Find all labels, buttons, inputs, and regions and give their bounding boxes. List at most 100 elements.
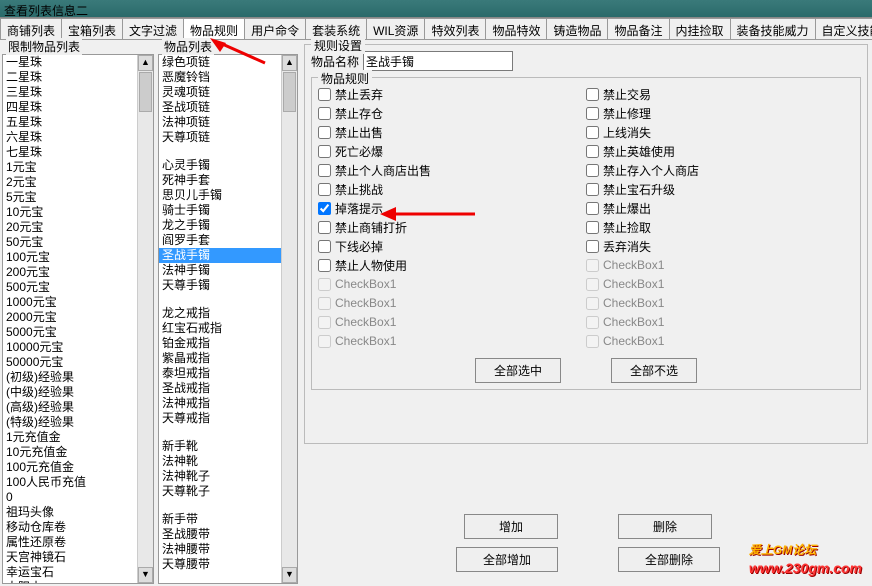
select-all-button[interactable]: 全部选中 bbox=[475, 358, 561, 383]
checkbox-input[interactable] bbox=[318, 259, 331, 272]
rule-checkbox[interactable]: 下线必掉 bbox=[318, 238, 586, 254]
tab-1[interactable]: 宝箱列表 bbox=[61, 18, 123, 39]
checkbox-input[interactable] bbox=[318, 88, 331, 101]
list-item[interactable]: 100元充值金 bbox=[3, 460, 137, 475]
list-item[interactable]: 100元宝 bbox=[3, 250, 137, 265]
rule-checkbox[interactable]: 禁止捡取 bbox=[586, 219, 854, 235]
rule-checkbox[interactable]: 掉落提示 bbox=[318, 200, 586, 216]
delete-button[interactable]: 删除 bbox=[618, 514, 712, 539]
list-item[interactable]: 属性还原卷 bbox=[3, 535, 137, 550]
list-item[interactable]: 骑士手镯 bbox=[159, 203, 281, 218]
list-item[interactable]: (高级)经验果 bbox=[3, 400, 137, 415]
list-item[interactable]: 1元宝 bbox=[3, 160, 137, 175]
list-item[interactable]: 天尊靴子 bbox=[159, 484, 281, 499]
list-item[interactable]: 法神项链 bbox=[159, 115, 281, 130]
list-item[interactable]: 紫晶戒指 bbox=[159, 351, 281, 366]
list-item[interactable]: (初级)经验果 bbox=[3, 370, 137, 385]
scrollbar[interactable]: ▲ ▼ bbox=[281, 55, 297, 583]
list-item[interactable]: 圣战腰带 bbox=[159, 527, 281, 542]
list-item[interactable]: 法神靴子 bbox=[159, 469, 281, 484]
list-item[interactable]: 法神靴 bbox=[159, 454, 281, 469]
checkbox-input[interactable] bbox=[318, 164, 331, 177]
tab-7[interactable]: 特效列表 bbox=[424, 18, 486, 39]
list-item[interactable]: 死神手套 bbox=[159, 173, 281, 188]
rule-checkbox[interactable]: 禁止爆出 bbox=[586, 200, 854, 216]
list-item[interactable]: 一星珠 bbox=[3, 55, 137, 70]
tab-0[interactable]: 商铺列表 bbox=[0, 18, 62, 39]
list-item[interactable]: 10000元宝 bbox=[3, 340, 137, 355]
list-item[interactable]: 50元宝 bbox=[3, 235, 137, 250]
list-item[interactable]: 50000元宝 bbox=[3, 355, 137, 370]
scroll-up-icon[interactable]: ▲ bbox=[282, 55, 297, 71]
tab-9[interactable]: 铸造物品 bbox=[546, 18, 608, 39]
item-list[interactable]: 绿色项链恶魔铃铛灵魂项链圣战项链法神项链天尊项链心灵手镯死神手套思贝儿手镯骑士手… bbox=[159, 55, 281, 583]
add-all-button[interactable]: 全部增加 bbox=[456, 547, 558, 572]
list-item[interactable]: 幸运宝石 bbox=[3, 565, 137, 580]
checkbox-input[interactable] bbox=[586, 240, 599, 253]
list-item[interactable]: 100人民币充值 bbox=[3, 475, 137, 490]
list-item[interactable]: 灵魂项链 bbox=[159, 85, 281, 100]
checkbox-input[interactable] bbox=[318, 183, 331, 196]
list-item[interactable]: 法神腰带 bbox=[159, 542, 281, 557]
list-item[interactable]: 三星珠 bbox=[3, 85, 137, 100]
list-item[interactable]: 5元宝 bbox=[3, 190, 137, 205]
list-item[interactable]: 2000元宝 bbox=[3, 310, 137, 325]
list-item[interactable]: 二星珠 bbox=[3, 70, 137, 85]
list-item[interactable]: 移动仓库卷 bbox=[3, 520, 137, 535]
list-item[interactable]: 太阳水 bbox=[3, 580, 137, 583]
checkbox-input[interactable] bbox=[586, 107, 599, 120]
list-item[interactable]: 圣战项链 bbox=[159, 100, 281, 115]
rule-checkbox[interactable]: 禁止个人商店出售 bbox=[318, 162, 586, 178]
add-button[interactable]: 增加 bbox=[464, 514, 558, 539]
checkbox-input[interactable] bbox=[586, 126, 599, 139]
list-item[interactable]: 七星珠 bbox=[3, 145, 137, 160]
scroll-thumb[interactable] bbox=[283, 72, 296, 112]
checkbox-input[interactable] bbox=[318, 221, 331, 234]
list-item[interactable]: 红宝石戒指 bbox=[159, 321, 281, 336]
list-item[interactable]: 铂金戒指 bbox=[159, 336, 281, 351]
list-item[interactable]: 六星珠 bbox=[3, 130, 137, 145]
list-item[interactable]: 绿色项链 bbox=[159, 55, 281, 70]
rule-checkbox[interactable]: 禁止商铺打折 bbox=[318, 219, 586, 235]
rule-checkbox[interactable]: 禁止人物使用 bbox=[318, 257, 586, 273]
scroll-down-icon[interactable]: ▼ bbox=[138, 567, 153, 583]
checkbox-input[interactable] bbox=[318, 107, 331, 120]
checkbox-input[interactable] bbox=[586, 202, 599, 215]
list-item[interactable]: 1元充值金 bbox=[3, 430, 137, 445]
rule-checkbox[interactable]: 死亡必爆 bbox=[318, 143, 586, 159]
scroll-up-icon[interactable]: ▲ bbox=[138, 55, 153, 71]
list-item[interactable]: 1000元宝 bbox=[3, 295, 137, 310]
tab-8[interactable]: 物品特效 bbox=[485, 18, 547, 39]
list-item[interactable]: 阎罗手套 bbox=[159, 233, 281, 248]
list-item[interactable]: (中级)经验果 bbox=[3, 385, 137, 400]
list-item[interactable]: 四星珠 bbox=[3, 100, 137, 115]
select-none-button[interactable]: 全部不选 bbox=[611, 358, 697, 383]
scrollbar[interactable]: ▲ ▼ bbox=[137, 55, 153, 583]
list-item[interactable]: 龙之手镯 bbox=[159, 218, 281, 233]
checkbox-input[interactable] bbox=[318, 145, 331, 158]
list-item[interactable]: 天尊腰带 bbox=[159, 557, 281, 572]
tab-10[interactable]: 物品备注 bbox=[607, 18, 669, 39]
scroll-down-icon[interactable]: ▼ bbox=[282, 567, 297, 583]
item-name-input[interactable] bbox=[363, 51, 513, 71]
list-item[interactable]: 心灵手镯 bbox=[159, 158, 281, 173]
list-item[interactable]: 天宫神镜石 bbox=[3, 550, 137, 565]
tab-5[interactable]: 套装系统 bbox=[305, 18, 367, 39]
tab-11[interactable]: 内挂捡取 bbox=[669, 18, 731, 39]
list-item[interactable]: 天尊手镯 bbox=[159, 278, 281, 293]
rule-checkbox[interactable]: 禁止丢弃 bbox=[318, 86, 586, 102]
tab-2[interactable]: 文字过滤 bbox=[122, 18, 184, 39]
list-item[interactable]: 圣战手镯 bbox=[159, 248, 281, 263]
list-item[interactable]: 10元宝 bbox=[3, 205, 137, 220]
list-item[interactable]: 天尊项链 bbox=[159, 130, 281, 145]
list-item[interactable]: 200元宝 bbox=[3, 265, 137, 280]
rule-checkbox[interactable]: 禁止修理 bbox=[586, 105, 854, 121]
list-item[interactable]: (特级)经验果 bbox=[3, 415, 137, 430]
list-item[interactable]: 天尊戒指 bbox=[159, 411, 281, 426]
restricted-item-list[interactable]: 一星珠二星珠三星珠四星珠五星珠六星珠七星珠1元宝2元宝5元宝10元宝20元宝50… bbox=[3, 55, 137, 583]
rule-checkbox[interactable]: 禁止存入个人商店 bbox=[586, 162, 854, 178]
checkbox-input[interactable] bbox=[586, 145, 599, 158]
list-item[interactable]: 0 bbox=[3, 490, 137, 505]
tab-13[interactable]: 自定义技能 bbox=[815, 18, 872, 39]
list-item[interactable]: 龙之戒指 bbox=[159, 306, 281, 321]
